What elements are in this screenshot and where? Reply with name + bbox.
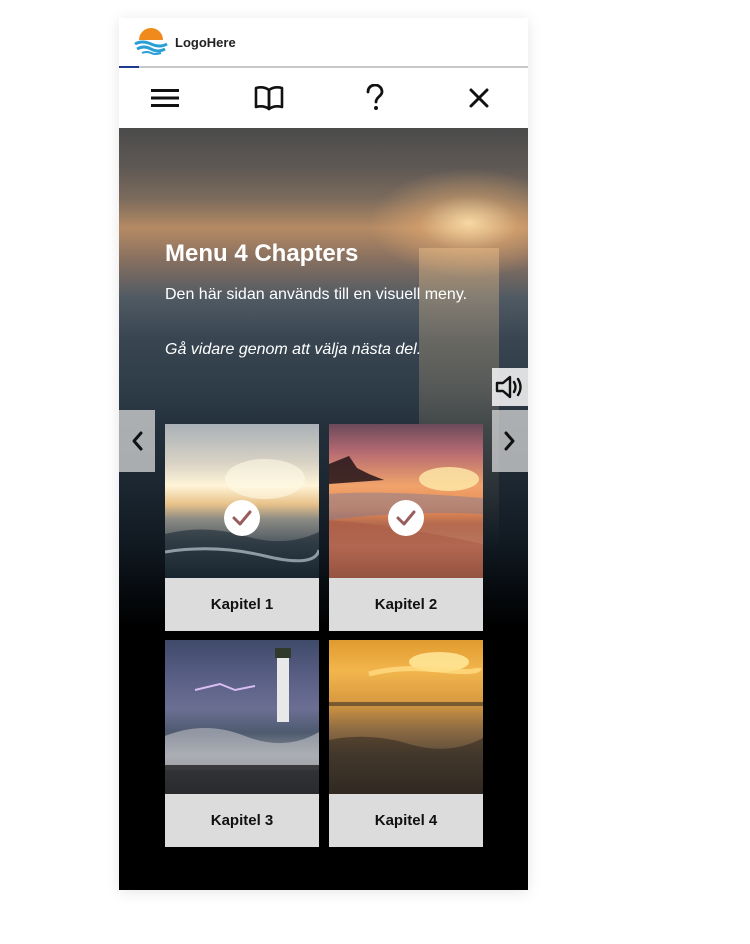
chapter-3-label: Kapitel 3 <box>165 794 319 847</box>
close-button[interactable] <box>439 68 519 128</box>
open-book-icon <box>254 86 284 111</box>
chapter-card-4[interactable]: Kapitel 4 <box>329 640 483 847</box>
logo-bar: LogoHere <box>119 18 528 68</box>
app-frame: LogoHere Menu 4 Chapters Den här sidan a… <box>119 18 528 890</box>
chapter-card-3[interactable]: Kapitel 3 <box>165 640 319 847</box>
completed-check-icon <box>224 500 260 536</box>
chapter-4-label: Kapitel 4 <box>329 794 483 847</box>
chapter-1-label: Kapitel 1 <box>165 578 319 631</box>
page-title: Menu 4 Chapters <box>165 240 359 267</box>
hamburger-menu-icon <box>151 89 179 107</box>
question-mark-icon <box>366 84 384 110</box>
help-button[interactable] <box>335 68 415 128</box>
speaker-icon <box>495 375 522 399</box>
audio-button[interactable] <box>492 368 528 406</box>
chapter-card-1[interactable]: Kapitel 1 <box>165 424 319 631</box>
next-button[interactable] <box>492 410 528 472</box>
close-icon <box>469 88 489 108</box>
book-button[interactable] <box>229 68 309 128</box>
hero-background: Menu 4 Chapters Den här sidan används ti… <box>119 128 528 890</box>
top-toolbar <box>119 68 528 128</box>
logo-text: LogoHere <box>175 35 236 50</box>
chapter-2-label: Kapitel 2 <box>329 578 483 631</box>
logo-icon <box>134 28 168 55</box>
chapter-4-image <box>329 640 483 794</box>
chapter-2-image <box>329 424 483 578</box>
page-hint: Gå vidare genom att välja nästa del. <box>165 341 422 358</box>
chapter-1-image <box>165 424 319 578</box>
previous-button[interactable] <box>119 410 155 472</box>
page-description: Den här sidan används till en visuell me… <box>165 286 468 303</box>
menu-button[interactable] <box>125 68 205 128</box>
chapter-3-image <box>165 640 319 794</box>
chevron-right-icon <box>504 431 515 451</box>
chapter-card-2[interactable]: Kapitel 2 <box>329 424 483 631</box>
chevron-left-icon <box>132 431 143 451</box>
completed-check-icon <box>388 500 424 536</box>
